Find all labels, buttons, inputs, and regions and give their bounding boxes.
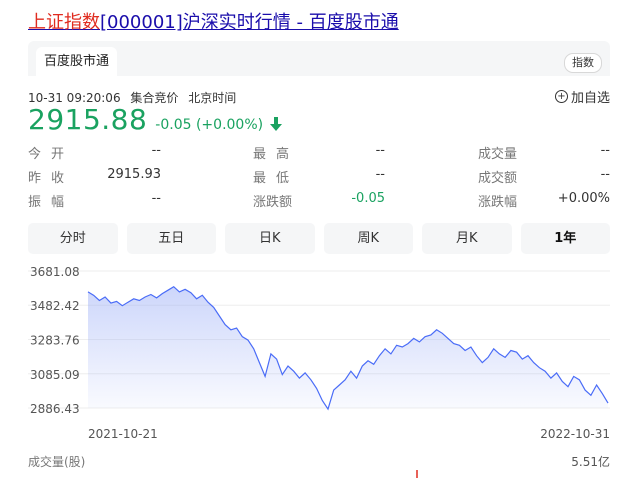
stat-value-amplitude: -- [151,191,161,206]
y-tick-label: 3681.08 [30,265,80,279]
down-arrow-icon [270,117,283,131]
stat-value-prev-close: 2915.93 [107,167,161,182]
volume-label: 成交量(股) [28,454,85,469]
tab-five-day[interactable]: 五日 [126,223,216,254]
tab-daily-k[interactable]: 日K [225,223,315,254]
tab-intraday[interactable]: 分时 [28,223,118,254]
stat-value-volume: -- [600,143,610,158]
price-chart[interactable]: 3681.08 3482.42 3283.76 3085.09 2886.43 2021-… [28,261,610,478]
title-index-name[interactable]: 上证指数 [28,12,100,33]
tab-baidu-gushitong[interactable]: 百度股市通 [36,47,118,76]
stat-value-low: -- [375,167,385,182]
page-title-link[interactable]: 上证指数[000001]沪深实时行情 - 百度股市通 [28,8,399,34]
x-end-label: 2022-10-31 [540,427,610,441]
add-watchlist-label: 加自选 [570,91,610,106]
tab-weekly-k[interactable]: 周K [323,223,413,254]
x-start-label: 2021-10-21 [88,427,158,441]
stats-row: 今开 -- 最高 -- 成交量 -- [28,143,610,167]
tab-one-year[interactable]: 1年 [520,223,610,254]
stat-label-low: 最低 [253,171,300,186]
period-tabs: 分时 五日 日K 周K 月K 1年 [28,223,610,254]
stat-label-volume: 成交量 [478,147,518,162]
title-rest[interactable]: [000001]沪深实时行情 - 百度股市通 [100,12,399,33]
price-change: -0.05 (+0.00%) [155,117,264,133]
stat-value-change-pct: +0.00% [557,191,610,206]
current-price: 2915.88 [28,103,148,136]
add-watchlist-button[interactable]: + 加自选 [554,87,610,106]
stat-label-change-pct: 涨跌幅 [478,195,518,210]
y-tick-label: 3283.76 [30,333,80,347]
price-chart-svg: 3681.08 3482.42 3283.76 3085.09 2886.43 2021-… [28,265,610,478]
y-tick-label: 3085.09 [30,368,80,382]
stat-label-change-amount: 涨跌额 [253,195,293,210]
tab-monthly-k[interactable]: 月K [422,223,512,254]
y-tick-label: 3482.42 [30,299,80,313]
volume-value: 5.51亿 [571,454,610,469]
stat-label-open: 今开 [28,147,75,162]
source-tab-bar: 百度股市通 指数 [28,41,610,76]
quote-card: 百度股市通 指数 10-31 09:20:06 集合竞价 北京时间 + 加自选 … [28,41,610,478]
stat-label-prev-close: 昨收 [28,171,75,186]
stat-label-amplitude: 振幅 [28,195,75,210]
plus-circle-icon: + [554,90,568,103]
index-type-badge: 指数 [564,53,602,73]
stat-label-high: 最高 [253,147,300,162]
stat-value-open: -- [151,143,161,158]
y-tick-label: 2886.43 [30,402,80,416]
stats-row: 昨收 2915.93 最低 -- 成交额 -- [28,167,610,191]
stat-value-turnover: -- [600,167,610,182]
stat-value-change-amount: -0.05 [351,191,385,206]
stat-label-turnover: 成交额 [478,171,518,186]
stats-row: 振幅 -- 涨跌额 -0.05 涨跌幅 +0.00% [28,191,610,215]
stat-value-high: -- [375,143,385,158]
price-row: 2915.88 -0.05 (+0.00%) [28,103,283,136]
stats-table: 今开 -- 最高 -- 成交量 -- 昨收 2915.93 最低 -- 成交额 … [28,143,610,215]
